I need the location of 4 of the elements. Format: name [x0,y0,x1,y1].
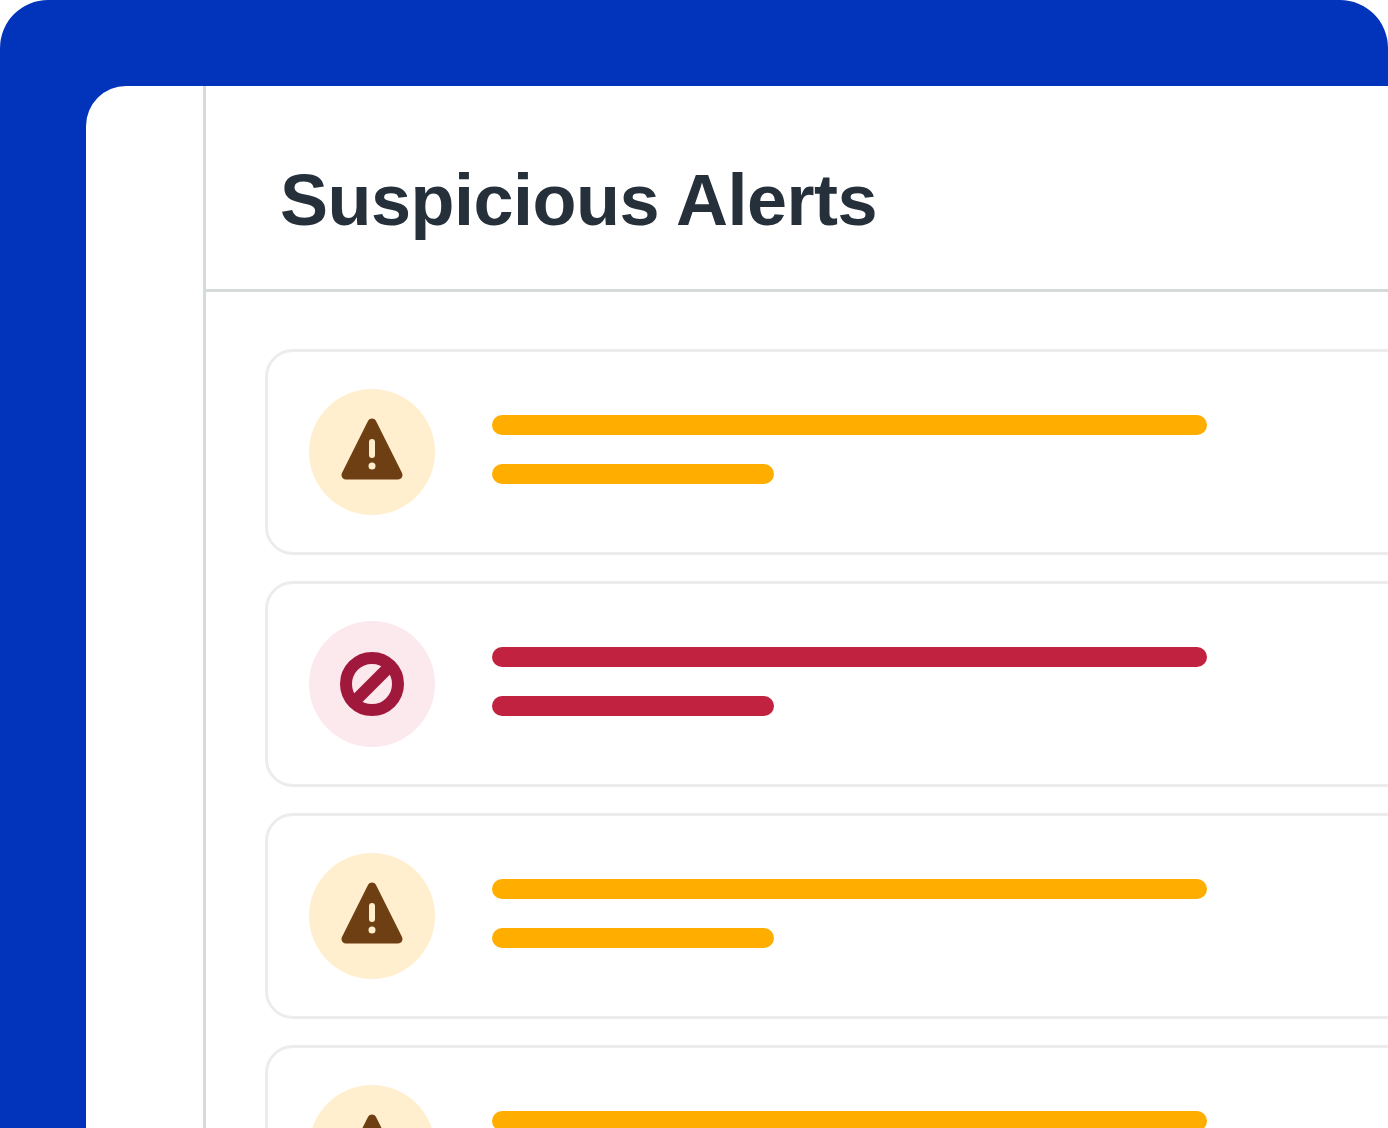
warning-icon [309,389,435,515]
warning-icon [309,853,435,979]
page-title: Suspicious Alerts [280,159,877,242]
blocked-icon [309,621,435,747]
